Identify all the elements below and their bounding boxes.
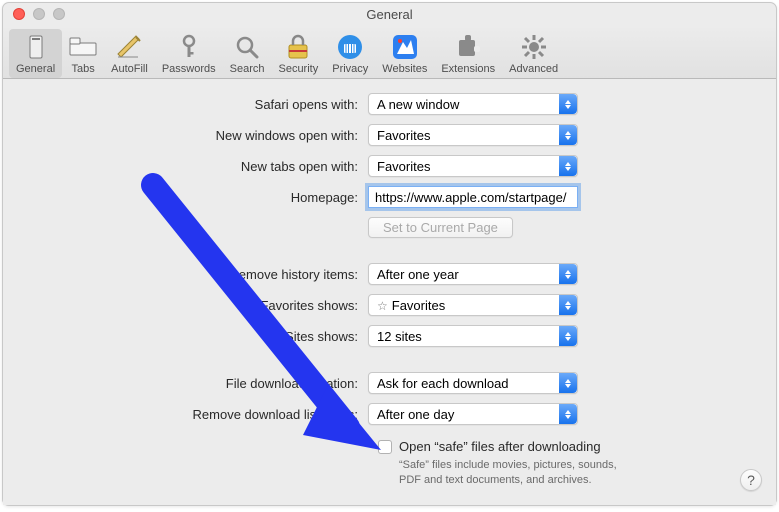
favorites-shows-value: Favorites — [392, 298, 445, 313]
traffic-lights — [3, 8, 65, 20]
privacy-icon — [336, 33, 364, 61]
titlebar: General — [3, 3, 776, 25]
download-location-label: File download location: — [33, 376, 368, 391]
tab-label: Passwords — [162, 63, 216, 75]
maximize-window-button[interactable] — [53, 8, 65, 20]
open-safe-files-description: “Safe” files include movies, pictures, s… — [399, 458, 639, 488]
chevron-up-down-icon — [559, 264, 577, 284]
homepage-input[interactable] — [368, 186, 578, 208]
opens-with-select[interactable]: A new window — [368, 93, 578, 115]
star-icon: ☆ — [377, 299, 388, 313]
remove-downloads-select[interactable]: After one day — [368, 403, 578, 425]
general-pane: Safari opens with: A new window New wind… — [3, 79, 776, 505]
tab-label: Advanced — [509, 63, 558, 75]
close-window-button[interactable] — [13, 8, 25, 20]
autofill-icon — [115, 33, 143, 61]
homepage-label: Homepage: — [33, 190, 368, 205]
remove-history-select[interactable]: After one year — [368, 263, 578, 285]
download-location-select[interactable]: Ask for each download — [368, 372, 578, 394]
tab-label: AutoFill — [111, 63, 148, 75]
top-sites-value: 12 sites — [377, 329, 422, 344]
remove-downloads-label: Remove download list items: — [33, 407, 368, 422]
tab-advanced[interactable]: Advanced — [502, 29, 565, 78]
tab-websites[interactable]: Websites — [375, 29, 434, 78]
chevron-up-down-icon — [559, 125, 577, 145]
extensions-icon — [454, 33, 482, 61]
tab-label: Search — [230, 63, 265, 75]
preferences-window: General General Tabs AutoFill Passwords — [2, 2, 777, 506]
tab-label: Websites — [382, 63, 427, 75]
chevron-up-down-icon — [559, 326, 577, 346]
chevron-up-down-icon — [559, 295, 577, 315]
chevron-up-down-icon — [559, 156, 577, 176]
chevron-up-down-icon — [559, 94, 577, 114]
open-safe-files-checkbox[interactable] — [378, 440, 392, 454]
new-tabs-label: New tabs open with: — [33, 159, 368, 174]
prefs-toolbar: General Tabs AutoFill Passwords Search — [3, 25, 776, 79]
chevron-up-down-icon — [559, 373, 577, 393]
remove-history-value: After one year — [377, 267, 459, 282]
remove-history-label: Remove history items: — [33, 267, 368, 282]
general-icon — [22, 33, 50, 61]
help-button[interactable]: ? — [740, 469, 762, 491]
tab-extensions[interactable]: Extensions — [434, 29, 502, 78]
minimize-window-button[interactable] — [33, 8, 45, 20]
open-safe-files-label: Open “safe” files after downloading — [399, 439, 601, 454]
favorites-shows-label: Favorites shows: — [33, 298, 368, 313]
new-windows-value: Favorites — [377, 128, 430, 143]
chevron-up-down-icon — [559, 404, 577, 424]
opens-with-value: A new window — [377, 97, 459, 112]
tabs-icon — [69, 33, 97, 61]
tab-general[interactable]: General — [9, 29, 62, 78]
window-title: General — [3, 7, 776, 22]
tab-security[interactable]: Security — [271, 29, 325, 78]
top-sites-select[interactable]: 12 sites — [368, 325, 578, 347]
websites-icon — [391, 33, 419, 61]
set-current-page-button[interactable]: Set to Current Page — [368, 217, 513, 238]
tab-label: Extensions — [441, 63, 495, 75]
tab-label: Privacy — [332, 63, 368, 75]
download-location-value: Ask for each download — [377, 376, 509, 391]
remove-downloads-value: After one day — [377, 407, 454, 422]
search-icon — [233, 33, 261, 61]
tab-autofill[interactable]: AutoFill — [104, 29, 155, 78]
new-windows-select[interactable]: Favorites — [368, 124, 578, 146]
tab-search[interactable]: Search — [223, 29, 272, 78]
tab-passwords[interactable]: Passwords — [155, 29, 223, 78]
new-windows-label: New windows open with: — [33, 128, 368, 143]
new-tabs-select[interactable]: Favorites — [368, 155, 578, 177]
favorites-shows-select[interactable]: ☆ Favorites — [368, 294, 578, 316]
tab-label: Security — [278, 63, 318, 75]
tab-tabs[interactable]: Tabs — [62, 29, 104, 78]
opens-with-label: Safari opens with: — [33, 97, 368, 112]
tab-label: Tabs — [72, 63, 95, 75]
passwords-icon — [175, 33, 203, 61]
advanced-icon — [520, 33, 548, 61]
security-icon — [284, 33, 312, 61]
tab-privacy[interactable]: Privacy — [325, 29, 375, 78]
new-tabs-value: Favorites — [377, 159, 430, 174]
top-sites-label: Top Sites shows: — [33, 329, 368, 344]
tab-label: General — [16, 63, 55, 75]
